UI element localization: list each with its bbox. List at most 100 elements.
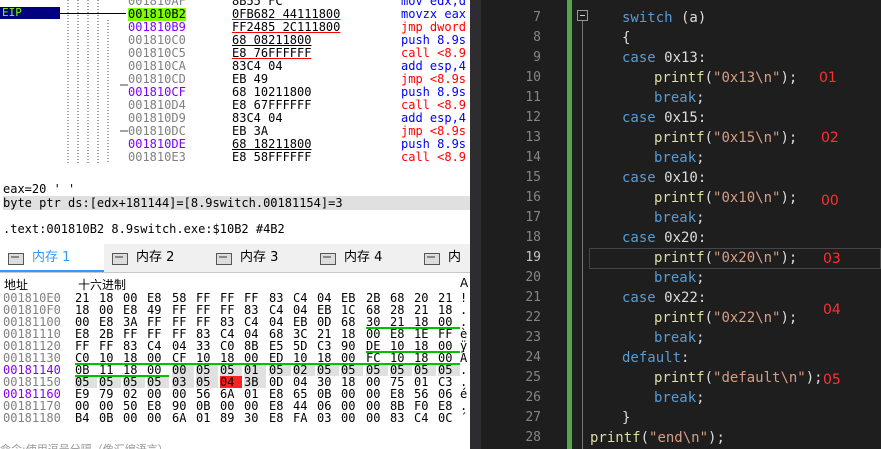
code-line[interactable]: 27} — [481, 408, 881, 428]
code-text: break; — [654, 88, 705, 108]
hex-byte[interactable]: FA — [293, 412, 315, 424]
memory-icon — [112, 253, 128, 265]
code-token: ; — [696, 270, 705, 286]
code-text: } — [622, 408, 630, 428]
code-text: break; — [654, 268, 705, 288]
code-token: break — [654, 330, 697, 346]
hex-byte[interactable]: B4 — [75, 412, 97, 424]
line-number: 27 — [525, 410, 541, 425]
hex-header: 地址 十六进制 A — [0, 276, 470, 292]
line-number: 20 — [525, 270, 541, 285]
memory-icon — [320, 253, 336, 265]
code-line[interactable]: 18 case 0x20: — [481, 228, 881, 248]
code-line[interactable]: 8{ — [481, 28, 881, 48]
code-token: break — [654, 390, 697, 406]
code-token: ); — [780, 190, 798, 206]
hex-byte[interactable]: 89 — [220, 412, 242, 424]
code-line[interactable]: 12 case 0x15: — [481, 108, 881, 128]
hex-byte[interactable]: 00 — [147, 412, 169, 424]
hex-byte[interactable]: 00 — [366, 412, 388, 424]
code-line[interactable]: 28 printf("end\n"); — [481, 428, 881, 448]
code-token: default — [622, 350, 682, 366]
code-line[interactable]: 15 case 0x10: — [481, 168, 881, 188]
hex-dump[interactable]: 001810E0 21 18 00 E8 58 FF FF FF 83 C4 04 EB 2B 68 20 21… — [0, 291, 470, 447]
hex-byte[interactable]: 83 — [390, 412, 412, 424]
code-text: printf("0x22\n"); — [654, 308, 797, 328]
code-token: case — [622, 170, 656, 186]
command-bar[interactable]: 命令:使用逗号分隔（像汇编语言） — [0, 441, 470, 449]
disasm-instruction: call <8.9 — [401, 150, 467, 164]
code-token: "0x13\n" — [713, 70, 781, 86]
code-token: 0x10: — [655, 170, 707, 186]
hex-address: 00181180 — [3, 411, 61, 425]
code-line[interactable]: 23 break; — [481, 328, 881, 348]
debugger-panel: EIP 001810AF 8B55 FC mov edx,d 001810B2 0FB6… — [0, 0, 470, 449]
code-line[interactable]: 17 break; — [481, 208, 881, 228]
code-editor[interactable]: 7 switch (a) 8{9 case 0x13: 10 printf("0x13\n… — [481, 0, 881, 449]
hex-byte[interactable]: E8 — [269, 412, 291, 424]
code-token: "0x22\n" — [713, 310, 781, 326]
code-token: ); — [780, 250, 798, 266]
hex-byte[interactable]: 30 — [244, 412, 266, 424]
code-line[interactable]: 26 break; — [481, 388, 881, 408]
disassembly-view[interactable]: EIP 001810AF 8B55 FC mov edx,d 001810B2 0FB6… — [0, 0, 470, 163]
code-token: (a) — [672, 10, 707, 26]
disasm-address: 001810E3 — [128, 150, 186, 164]
code-token: printf — [654, 70, 705, 86]
tab-memory-1[interactable]: 内存 1 — [0, 244, 104, 272]
line-number: 18 — [525, 230, 541, 245]
code-line[interactable]: 7 switch (a) — [481, 8, 881, 28]
hex-byte[interactable]: 03 — [317, 412, 339, 424]
code-line[interactable]: 19 printf("0x20\n"); — [481, 248, 881, 268]
code-token: case — [622, 50, 656, 66]
code-line[interactable]: 24 default: — [481, 348, 881, 368]
code-token: "0x10\n" — [713, 190, 781, 206]
disasm-row[interactable]: 001810E3 E8 58FFFFFF call <8.9 — [0, 150, 470, 164]
code-line[interactable]: 25 printf("default\n"); — [481, 368, 881, 388]
code-line[interactable]: 14 break; — [481, 148, 881, 168]
hex-byte[interactable]: C4 — [414, 412, 436, 424]
hex-byte[interactable]: 6A — [172, 412, 194, 424]
hex-byte[interactable]: 00 — [341, 412, 363, 424]
annotation-label: 04 — [823, 302, 841, 318]
code-text: printf("0x15\n"); — [654, 128, 797, 148]
hex-byte[interactable]: 0B — [99, 412, 121, 424]
code-line[interactable]: 20 break; — [481, 268, 881, 288]
annotation-label: 00 — [821, 193, 839, 209]
code-token: ( — [704, 310, 714, 326]
tab-memory-5[interactable]: 内 — [416, 244, 470, 272]
info-operand: byte ptr ds:[edx+181144]=[8.9switch.0018… — [3, 196, 470, 210]
line-number: 9 — [533, 50, 541, 65]
disasm-bytes: E8 58FFFFFF — [232, 150, 312, 164]
panel-divider[interactable] — [470, 0, 481, 449]
code-token: break — [654, 150, 697, 166]
code-line[interactable]: 22 printf("0x22\n"); — [481, 308, 881, 328]
code-token: ; — [696, 330, 705, 346]
code-line[interactable]: 21 case 0x22: — [481, 288, 881, 308]
hex-byte[interactable]: 01 — [196, 412, 218, 424]
line-number: 12 — [525, 110, 541, 125]
hex-byte[interactable]: 00 — [123, 412, 145, 424]
line-number: 15 — [525, 170, 541, 185]
code-line[interactable]: 9 case 0x13: — [481, 48, 881, 68]
code-token: case — [622, 290, 656, 306]
code-text: break; — [654, 148, 705, 168]
annotation-label: 01 — [819, 70, 837, 86]
hex-row[interactable]: 00181180 B4 0B 00 00 6A 01 89 30 E8 FA 03 00 00 83 C4 0C… — [0, 412, 470, 424]
code-token: printf — [654, 250, 705, 266]
code-token: break — [654, 90, 697, 106]
code-line[interactable]: 11 break; — [481, 88, 881, 108]
line-number: 24 — [525, 350, 541, 365]
code-token: "end\n" — [649, 430, 709, 446]
memory-icon — [424, 253, 440, 265]
memory-icon — [216, 253, 232, 265]
tab-memory-4[interactable]: 内存 4 — [312, 244, 416, 272]
code-token: break — [654, 270, 697, 286]
code-token: ); — [780, 310, 798, 326]
tab-memory-3[interactable]: 内存 3 — [208, 244, 312, 272]
tab-memory-2[interactable]: 内存 2 — [104, 244, 208, 272]
code-token: printf — [654, 370, 705, 386]
line-number: 26 — [525, 390, 541, 405]
code-text: switch (a) — [622, 8, 706, 28]
hex-byte[interactable]: 0C — [438, 412, 460, 424]
